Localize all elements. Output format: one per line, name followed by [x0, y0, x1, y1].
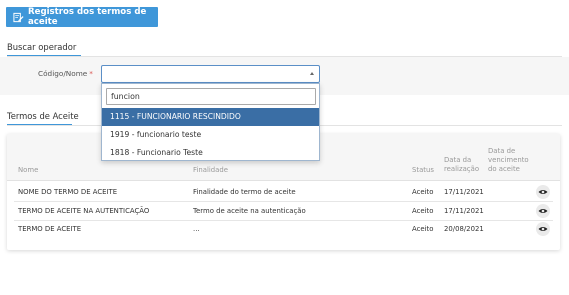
column-header-due-date: Data de vencimento do aceite: [488, 147, 529, 173]
search-section-title: Buscar operador: [7, 42, 77, 52]
row-1-date: 17/11/2021: [444, 188, 484, 196]
dropdown-search-input[interactable]: funcion: [106, 88, 316, 105]
column-header-name: Nome: [18, 166, 39, 174]
view-eye-icon[interactable]: [536, 222, 550, 236]
column-header-purpose: Finalidade: [193, 166, 229, 174]
row-1-name: NOME DO TERMO DE ACEITE: [18, 188, 118, 196]
required-marker: *: [89, 69, 93, 78]
row-3-status: Aceito: [412, 225, 434, 233]
column-header-date-done: Data da realização: [444, 156, 480, 173]
view-eye-icon[interactable]: [536, 204, 550, 218]
row-divider: [14, 220, 553, 221]
caret-up-icon: [310, 72, 314, 75]
dropdown-option[interactable]: 1818 - Funcionario Teste: [102, 144, 319, 162]
view-eye-icon[interactable]: [536, 185, 550, 199]
operator-select[interactable]: [101, 65, 320, 83]
terms-section-title: Termos de Aceite: [7, 111, 79, 121]
column-header-status: Status: [412, 166, 434, 174]
row-3-name: TERMO DE ACEITE: [18, 225, 82, 233]
row-3-purpose: ...: [193, 225, 200, 233]
page-title: Registros dos termos de aceite: [28, 7, 147, 27]
registros-termos-button[interactable]: Registros dos termos de aceite: [6, 7, 158, 27]
dropdown-option[interactable]: 1919 - funcionario teste: [102, 126, 319, 144]
row-1-status: Aceito: [412, 188, 434, 196]
edit-document-icon: [13, 12, 24, 23]
row-2-purpose: Termo de aceite na autenticação: [193, 207, 306, 215]
row-divider: [14, 201, 553, 202]
row-1-purpose: Finalidade do termo de aceite: [193, 188, 296, 196]
operator-dropdown: funcion 1115 - FUNCIONARIO RESCINDIDO 19…: [101, 83, 320, 161]
row-3-date: 20/08/2021: [444, 225, 484, 233]
row-2-status: Aceito: [412, 207, 434, 215]
row-2-name: TERMO DE ACEITE NA AUTENTICAÇÃO: [18, 207, 150, 215]
codigo-nome-label: Código/Nome *: [38, 69, 93, 78]
row-2-date: 17/11/2021: [444, 207, 484, 215]
dropdown-option[interactable]: 1115 - FUNCIONARIO RESCINDIDO: [102, 108, 319, 126]
